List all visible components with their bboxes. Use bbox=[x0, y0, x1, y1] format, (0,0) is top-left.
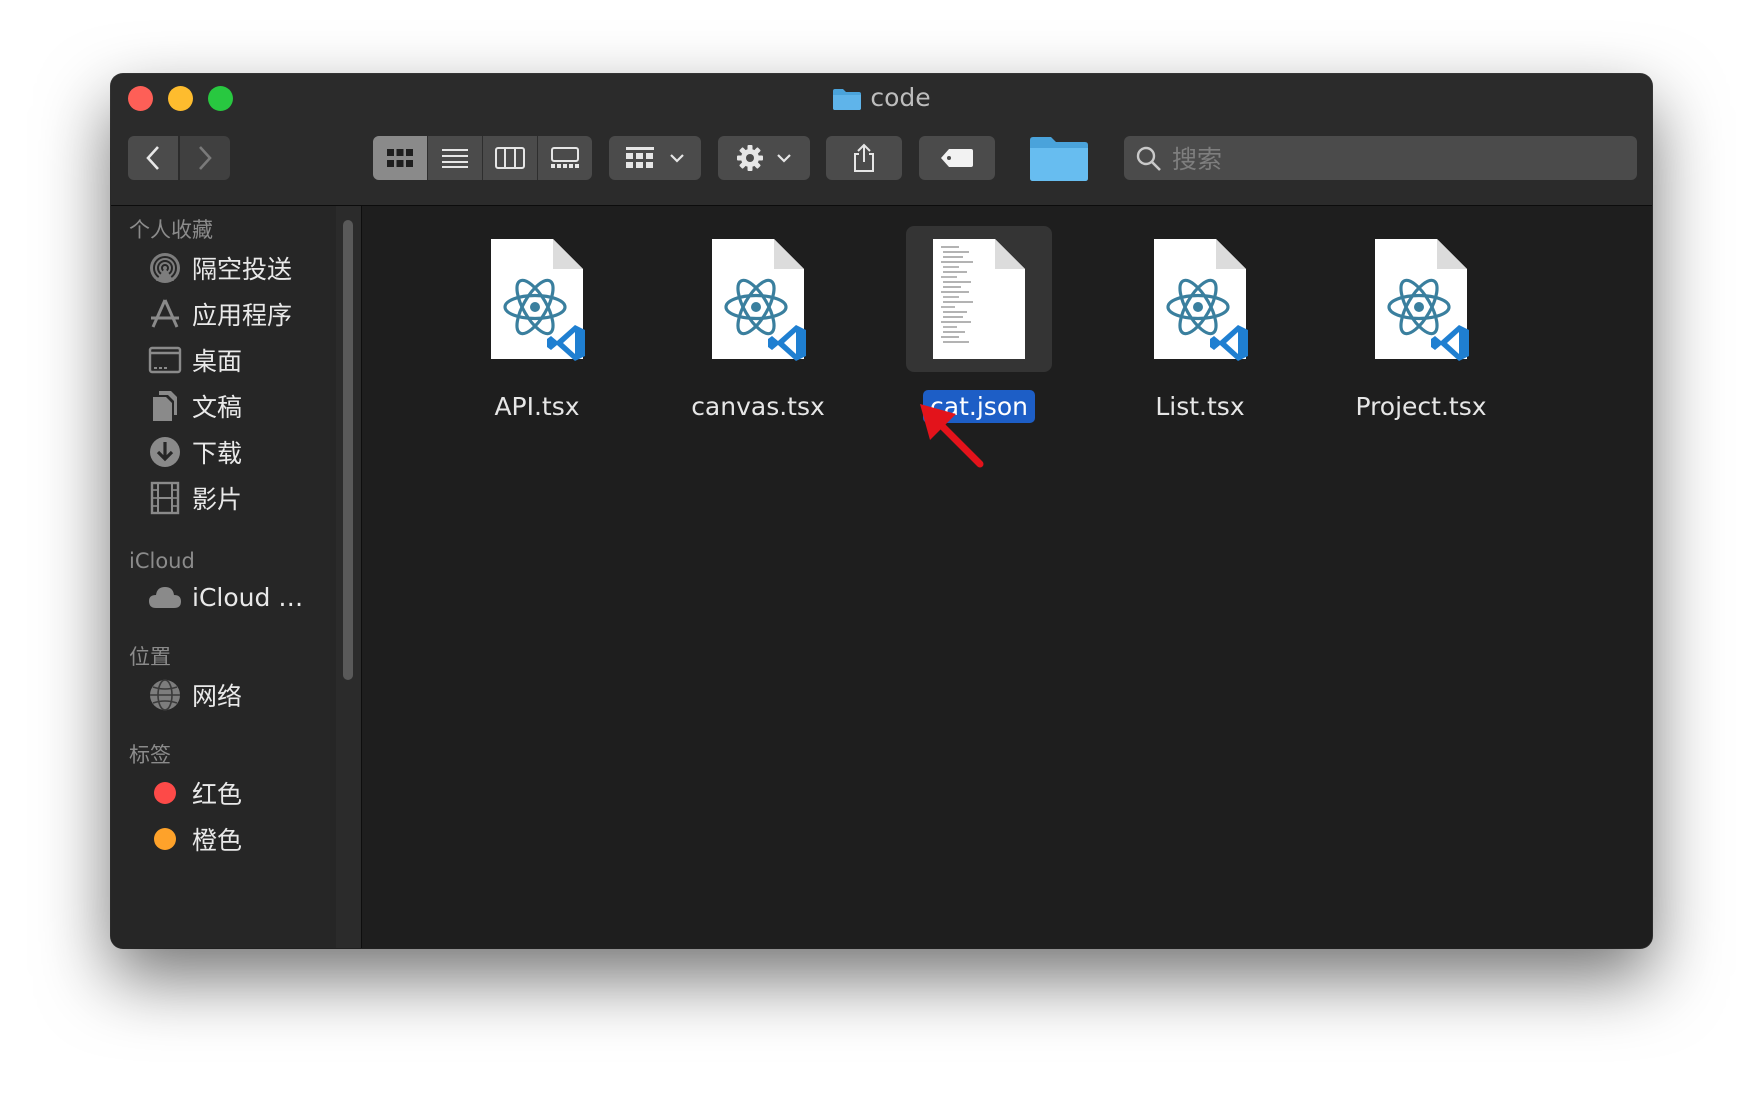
movies-icon bbox=[147, 480, 183, 516]
file-name: API.tsx bbox=[494, 392, 580, 421]
airdrop-icon bbox=[147, 250, 183, 286]
sidebar-section-tags: 标签 bbox=[129, 743, 171, 767]
forward-button[interactable] bbox=[180, 136, 230, 180]
gallery-view-icon bbox=[551, 147, 579, 168]
tag-button[interactable] bbox=[919, 136, 995, 180]
chevron-down-icon bbox=[670, 154, 684, 163]
sidebar-scrollbar[interactable] bbox=[336, 206, 362, 948]
search-icon bbox=[1136, 146, 1161, 171]
tag-dot-icon bbox=[147, 821, 183, 857]
downloads-icon bbox=[147, 434, 183, 470]
gear-icon bbox=[737, 145, 763, 171]
folder-icon bbox=[1030, 137, 1088, 181]
annotation-arrow-icon bbox=[920, 404, 984, 468]
sidebar-item-applications[interactable]: 应用程序 bbox=[147, 294, 292, 334]
network-icon bbox=[147, 677, 183, 713]
window-title-text: code bbox=[870, 83, 931, 112]
sidebar-item-label: 影片 bbox=[192, 485, 243, 514]
sidebar-item-label: 下载 bbox=[192, 439, 243, 468]
sidebar-section-locations: 位置 bbox=[129, 645, 171, 669]
sidebar-item-label: 橙色 bbox=[192, 826, 243, 855]
scrollbar-thumb[interactable] bbox=[343, 220, 353, 680]
sidebar-item-label: 隔空投送 bbox=[192, 255, 293, 284]
desktop-icon bbox=[147, 342, 183, 378]
sidebar-item-movies[interactable]: 影片 bbox=[147, 478, 242, 518]
file-name: canvas.tsx bbox=[691, 392, 825, 421]
titlebar: code bbox=[111, 74, 1652, 206]
tag-dot-icon bbox=[147, 775, 183, 811]
sidebar-item-label: 网络 bbox=[192, 682, 243, 711]
sidebar-item-network[interactable]: 网络 bbox=[147, 675, 242, 715]
back-button[interactable] bbox=[128, 136, 178, 180]
sidebar-item-tag-red[interactable]: 红色 bbox=[147, 773, 242, 813]
tag-icon bbox=[941, 149, 973, 167]
sidebar-item-icloud-drive[interactable]: iCloud … bbox=[147, 577, 303, 617]
window-title: code bbox=[111, 82, 1652, 114]
search-field[interactable] bbox=[1124, 136, 1637, 182]
list-view-icon bbox=[442, 149, 468, 168]
documents-icon bbox=[147, 388, 183, 424]
file-name: Project.tsx bbox=[1355, 392, 1487, 421]
folder-icon bbox=[833, 89, 862, 110]
sidebar-item-label: iCloud … bbox=[192, 582, 304, 612]
share-button[interactable] bbox=[826, 136, 902, 180]
file-browser: API.tsx canvas.tsx cat.json List.tsx Pro… bbox=[362, 206, 1652, 948]
sidebar-item-airdrop[interactable]: 隔空投送 bbox=[147, 248, 292, 288]
column-view-button[interactable] bbox=[483, 136, 538, 180]
sidebar: 个人收藏 隔空投送 应用程序 桌面 文稿 下载 影片 iCloud iCloud… bbox=[111, 206, 336, 948]
file-item-selected[interactable]: cat.json bbox=[869, 226, 1089, 423]
sidebar-item-label: 文稿 bbox=[192, 393, 243, 422]
group-button[interactable] bbox=[609, 136, 701, 180]
sidebar-item-downloads[interactable]: 下载 bbox=[147, 432, 242, 472]
sidebar-item-desktop[interactable]: 桌面 bbox=[147, 340, 242, 380]
sidebar-item-label: 桌面 bbox=[192, 347, 243, 376]
file-item[interactable]: List.tsx bbox=[1090, 226, 1310, 423]
tsx-file-icon bbox=[487, 237, 587, 361]
chevron-down-icon bbox=[777, 154, 791, 163]
applications-icon bbox=[147, 296, 183, 332]
sidebar-item-tag-orange[interactable]: 橙色 bbox=[147, 819, 242, 859]
action-button[interactable] bbox=[718, 136, 810, 180]
file-item[interactable]: Project.tsx bbox=[1311, 226, 1531, 423]
sidebar-item-documents[interactable]: 文稿 bbox=[147, 386, 242, 426]
finder-window: code 搜索 个人收藏 隔空投送 应用程序 桌面 文稿 下载 影片 iClou… bbox=[111, 74, 1652, 948]
json-file-icon bbox=[929, 237, 1029, 361]
file-item[interactable]: API.tsx bbox=[427, 226, 647, 423]
view-mode-control bbox=[373, 136, 592, 180]
column-view-icon bbox=[495, 147, 525, 169]
sidebar-section-favorites: 个人收藏 bbox=[129, 218, 213, 242]
folder-proxy-button[interactable] bbox=[1029, 134, 1089, 186]
list-view-button[interactable] bbox=[428, 136, 483, 180]
group-icon bbox=[626, 147, 654, 168]
tsx-file-icon bbox=[708, 237, 808, 361]
tsx-file-icon bbox=[1150, 237, 1250, 361]
share-icon bbox=[854, 143, 874, 172]
file-item[interactable]: canvas.tsx bbox=[648, 226, 868, 423]
sidebar-section-icloud: iCloud bbox=[129, 549, 195, 573]
tsx-file-icon bbox=[1371, 237, 1471, 361]
chevron-right-icon bbox=[199, 146, 212, 170]
chevron-left-icon bbox=[146, 146, 159, 170]
cloud-icon bbox=[147, 579, 183, 615]
sidebar-item-label: 应用程序 bbox=[192, 301, 293, 330]
sidebar-item-label: 红色 bbox=[192, 780, 243, 809]
icon-view-icon bbox=[387, 149, 413, 167]
gallery-view-button[interactable] bbox=[538, 136, 592, 180]
search-input[interactable] bbox=[1170, 136, 1614, 182]
file-name: List.tsx bbox=[1155, 392, 1245, 421]
icon-view-button[interactable] bbox=[373, 136, 428, 180]
